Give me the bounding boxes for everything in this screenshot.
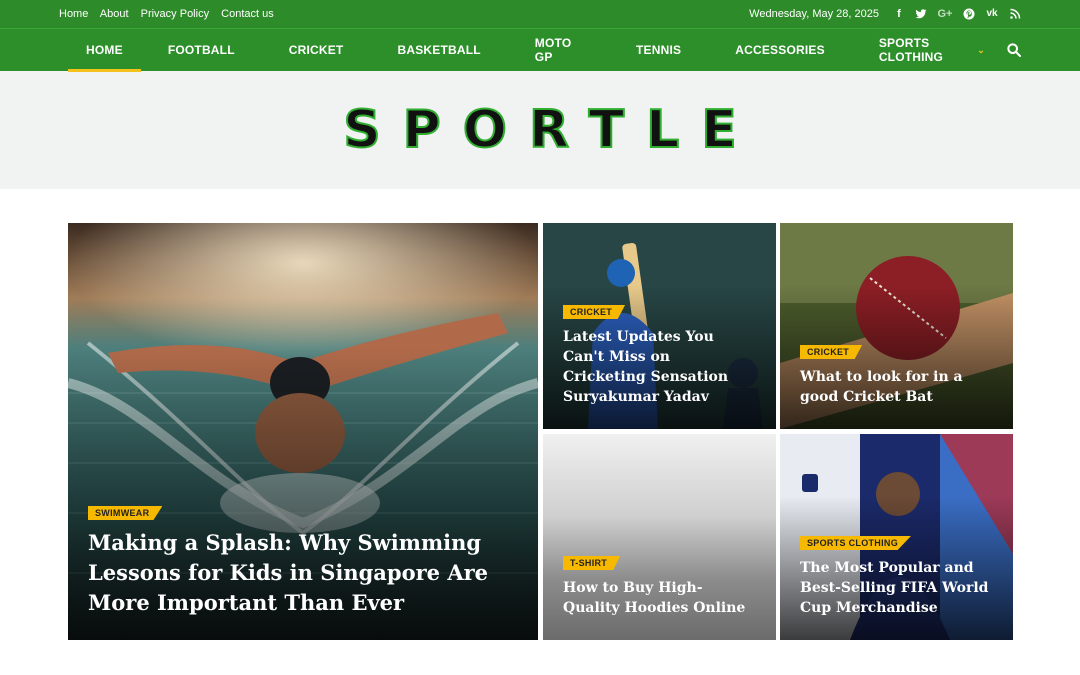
- nav-football[interactable]: FOOTBALL: [141, 29, 262, 72]
- nav-sports-clothing-label: SPORTS CLOTHING: [878, 36, 944, 64]
- nav-sports-clothing[interactable]: SPORTS CLOTHING ⌄: [852, 29, 1012, 72]
- top-link-privacy-policy[interactable]: Privacy Policy: [141, 8, 209, 20]
- google-plus-icon[interactable]: G+: [937, 8, 953, 20]
- top-link-home[interactable]: Home: [59, 8, 88, 20]
- article-title[interactable]: What to look for in a good Cricket Bat: [800, 367, 993, 407]
- twitter-icon[interactable]: [915, 8, 927, 20]
- nav-cricket[interactable]: CRICKET: [262, 29, 371, 72]
- masthead: SPORTLE: [0, 71, 1080, 189]
- rss-icon[interactable]: [1009, 8, 1021, 20]
- nav-basketball[interactable]: BASKETBALL: [370, 29, 507, 72]
- current-date: Wednesday, May 28, 2025: [749, 8, 879, 20]
- category-tag[interactable]: T-SHIRT: [563, 556, 621, 570]
- main-nav: HOME FOOTBALL CRICKET BASKETBALL MOTO GP…: [0, 28, 1080, 72]
- top-link-contact[interactable]: Contact us: [221, 8, 274, 20]
- category-tag[interactable]: SPORTS CLOTHING: [800, 536, 912, 550]
- nav-moto-gp[interactable]: MOTO GP: [508, 29, 609, 72]
- site-logo[interactable]: SPORTLE: [342, 99, 759, 161]
- article-title[interactable]: How to Buy High-Quality Hoodies Online: [563, 578, 756, 618]
- chevron-down-icon: ⌄: [977, 44, 985, 55]
- category-tag[interactable]: SWIMWEAR: [88, 506, 163, 520]
- category-tag[interactable]: CRICKET: [800, 345, 863, 359]
- featured-card-2[interactable]: CRICKET Latest Updates You Can't Miss on…: [543, 223, 776, 429]
- nav-accessories[interactable]: ACCESSORIES: [708, 29, 852, 72]
- article-title[interactable]: The Most Popular and Best-Selling FIFA W…: [800, 558, 993, 618]
- top-link-about[interactable]: About: [100, 8, 129, 20]
- search-icon[interactable]: [1006, 42, 1022, 58]
- social-links: f G+ vk: [893, 8, 1021, 20]
- category-tag[interactable]: CRICKET: [563, 305, 626, 319]
- featured-card-main[interactable]: SWIMWEAR Making a Splash: Why Swimming L…: [68, 223, 538, 640]
- nav-tennis[interactable]: TENNIS: [609, 29, 708, 72]
- nav-home[interactable]: HOME: [68, 29, 141, 72]
- featured-card-3[interactable]: CRICKET What to look for in a good Crick…: [780, 223, 1013, 429]
- pinterest-icon[interactable]: [963, 8, 975, 20]
- vk-icon[interactable]: vk: [985, 8, 999, 20]
- featured-grid: SWIMWEAR Making a Splash: Why Swimming L…: [68, 223, 1013, 640]
- featured-card-4[interactable]: T-SHIRT How to Buy High-Quality Hoodies …: [543, 434, 776, 640]
- top-bar: Home About Privacy Policy Contact us Wed…: [0, 0, 1080, 28]
- facebook-icon[interactable]: f: [893, 8, 905, 20]
- featured-card-5[interactable]: SPORTS CLOTHING The Most Popular and Bes…: [780, 434, 1013, 640]
- article-title[interactable]: Making a Splash: Why Swimming Lessons fo…: [88, 528, 518, 618]
- article-title[interactable]: Latest Updates You Can't Miss on Cricket…: [563, 327, 756, 407]
- top-links: Home About Privacy Policy Contact us: [59, 8, 283, 20]
- top-right: Wednesday, May 28, 2025 f G+ vk: [749, 8, 1021, 20]
